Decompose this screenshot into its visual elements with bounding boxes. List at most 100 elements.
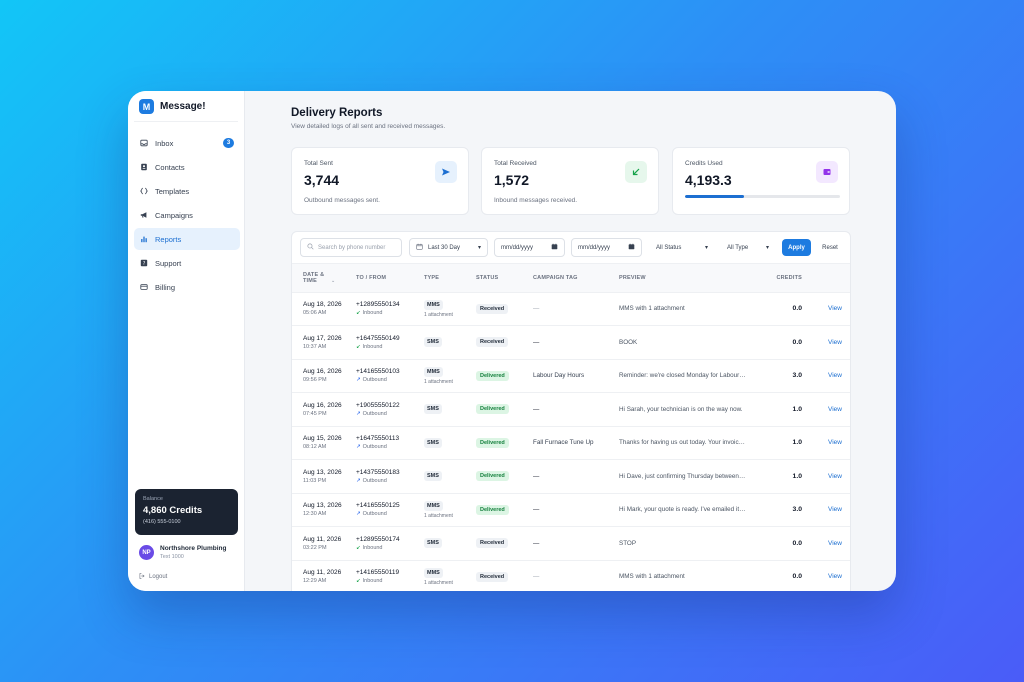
main-content: Delivery Reports View detailed logs of a… (245, 91, 896, 591)
column-header-credits: CREDITS (752, 264, 802, 293)
date-from-input[interactable]: mm/dd/yyyy (494, 238, 565, 257)
table-row[interactable]: Aug 16, 2026 07:45 PM +19055550122 ↗ Outboun… (292, 392, 850, 427)
sidebar-item-reports[interactable]: Reports (134, 228, 240, 250)
cell-date: Aug 17, 2026 10:37 AM (292, 325, 356, 360)
credits-value: 0.0 (792, 338, 802, 346)
sidebar-item-support[interactable]: ? Support (134, 252, 240, 274)
table-row[interactable]: Aug 11, 2026 12:29 AM +14165550119 ↙ Inbound… (292, 560, 850, 591)
sidebar-item-campaigns[interactable]: Campaigns (134, 204, 240, 226)
phone-number: +14165550119 (356, 569, 400, 577)
view-link[interactable]: View (828, 506, 842, 513)
cell-to-from: +12895550174 ↙ Inbound (356, 526, 424, 561)
direction: ↙ Inbound (356, 545, 424, 551)
message-preview: STOP (619, 539, 637, 547)
campaign-tag: — (533, 305, 540, 313)
cell-campaign-tag: Fall Furnace Tune Up (533, 426, 619, 460)
credits-value: 3.0 (792, 372, 802, 380)
status-badge: Delivered (476, 471, 509, 482)
credits-progress-bar (685, 195, 840, 198)
avatar: NP (139, 545, 154, 560)
date-text: Aug 15, 2026 (303, 435, 342, 443)
view-link[interactable]: View (828, 305, 842, 312)
sidebar-item-contacts[interactable]: Contacts (134, 156, 240, 178)
type-select-value: All Type (727, 244, 749, 251)
table-row[interactable]: Aug 18, 2026 05:06 AM +12895550134 ↙ Inbound… (292, 292, 850, 326)
table-row[interactable]: Aug 11, 2026 03:22 PM +12895550174 ↙ Inbound… (292, 526, 850, 561)
reset-button[interactable]: Reset (815, 239, 845, 256)
chevron-down-icon: ▾ (765, 245, 769, 251)
balance-phone: (416) 555-0100 (143, 519, 181, 525)
message-preview: Hi Mark, your quote is ready. I've email… (619, 506, 752, 514)
view-link[interactable]: View (828, 339, 842, 346)
chevron-down-icon: ▾ (477, 245, 481, 251)
cell-preview: STOP (619, 526, 752, 561)
stat-desc: Inbound messages received. (494, 197, 578, 204)
view-link[interactable]: View (828, 372, 842, 379)
cell-status: Received (476, 560, 533, 591)
campaign-tag: Fall Furnace Tune Up (533, 439, 594, 447)
logout-icon (139, 573, 145, 581)
credits-value: 0.0 (792, 573, 802, 581)
direction-label: Outbound (362, 410, 387, 417)
sidebar-item-billing[interactable]: Billing (134, 276, 240, 298)
search-input[interactable]: Search by phone number (300, 238, 402, 257)
cell-date: Aug 13, 2026 12:30 AM (292, 493, 356, 527)
cell-to-from: +14165550103 ↗ Outbound (356, 359, 424, 393)
cell-action: View (802, 359, 850, 393)
view-link[interactable]: View (828, 540, 842, 547)
apply-button[interactable]: Apply (782, 239, 811, 256)
cell-campaign-tag: Labour Day Hours (533, 359, 619, 393)
message-preview: MMS with 1 attachment (619, 573, 685, 581)
phone-number: +14165550103 (356, 368, 400, 376)
cell-action: View (802, 292, 850, 326)
logout-link[interactable]: Logout (139, 573, 167, 581)
sidebar-item-templates[interactable]: Templates (134, 180, 240, 202)
sort-icon: ⌄ (330, 277, 336, 284)
cell-credits: 3.0 (752, 359, 802, 393)
status-badge: Delivered (476, 504, 509, 515)
date-to-input[interactable]: mm/dd/yyyy (571, 238, 642, 257)
type-badge: MMS (424, 299, 443, 310)
table-row[interactable]: Aug 16, 2026 09:56 PM +14165550103 ↗ Outboun… (292, 359, 850, 393)
type-badge: SMS (424, 538, 442, 549)
brand[interactable]: M Message! (139, 99, 206, 114)
credits-value: 0.0 (792, 305, 802, 313)
cell-status: Delivered (476, 359, 533, 393)
table-row[interactable]: Aug 13, 2026 12:30 AM +14165550125 ↗ Outboun… (292, 493, 850, 527)
campaign-tag: — (533, 405, 540, 413)
type-badge: SMS (424, 437, 442, 448)
cell-preview: Thanks for having us out today. Your inv… (619, 426, 752, 460)
view-link[interactable]: View (828, 439, 842, 446)
cell-type: SMS (424, 459, 476, 494)
sidebar-item-inbox[interactable]: Inbox 3 (134, 132, 240, 154)
view-link[interactable]: View (828, 406, 842, 413)
table-row[interactable]: Aug 13, 2026 11:03 PM +14375550183 ↗ Outboun… (292, 459, 850, 494)
cell-preview: Hi Mark, your quote is ready. I've email… (619, 493, 752, 527)
time-text: 12:29 AM (303, 578, 327, 585)
table-row[interactable]: Aug 15, 2026 08:12 AM +16475550113 ↗ Outboun… (292, 426, 850, 460)
balance-card: Balance 4,860 Credits (416) 555-0100 (135, 489, 238, 535)
view-link[interactable]: View (828, 573, 842, 580)
type-select[interactable]: All Type ▾ (720, 238, 776, 257)
sidebar: M Message! Inbox 3 Contacts Templates Campai… (128, 91, 245, 591)
user-profile[interactable]: NP Northshore Plumbing Text 1000 (139, 545, 226, 560)
type-badge: MMS (424, 567, 443, 578)
status-select-value: All Status (656, 244, 682, 251)
cell-to-from: +19055550122 ↗ Outbound (356, 392, 424, 427)
column-header-actions (802, 264, 850, 293)
stat-label: Credits Used (685, 160, 723, 167)
table-row[interactable]: Aug 17, 2026 10:37 AM +16475550149 ↙ Inbound… (292, 325, 850, 360)
date-text: Aug 16, 2026 (303, 368, 342, 376)
cell-credits: 0.0 (752, 560, 802, 591)
arrow-up-right-icon: ↗ (356, 377, 361, 384)
cell-campaign-tag: — (533, 325, 619, 360)
direction: ↗ Outbound (356, 511, 424, 517)
cell-status: Received (476, 526, 533, 561)
credits-value: 3.0 (792, 506, 802, 514)
column-header-to-from: TO / FROM (356, 264, 424, 293)
time-text: 11:03 PM (303, 477, 327, 484)
view-link[interactable]: View (828, 473, 842, 480)
status-select[interactable]: All Status ▾ (649, 238, 715, 257)
date-range-select[interactable]: Last 30 Day ▾ (409, 238, 488, 257)
column-header-date[interactable]: DATE & TIME ⌄ (292, 264, 356, 293)
